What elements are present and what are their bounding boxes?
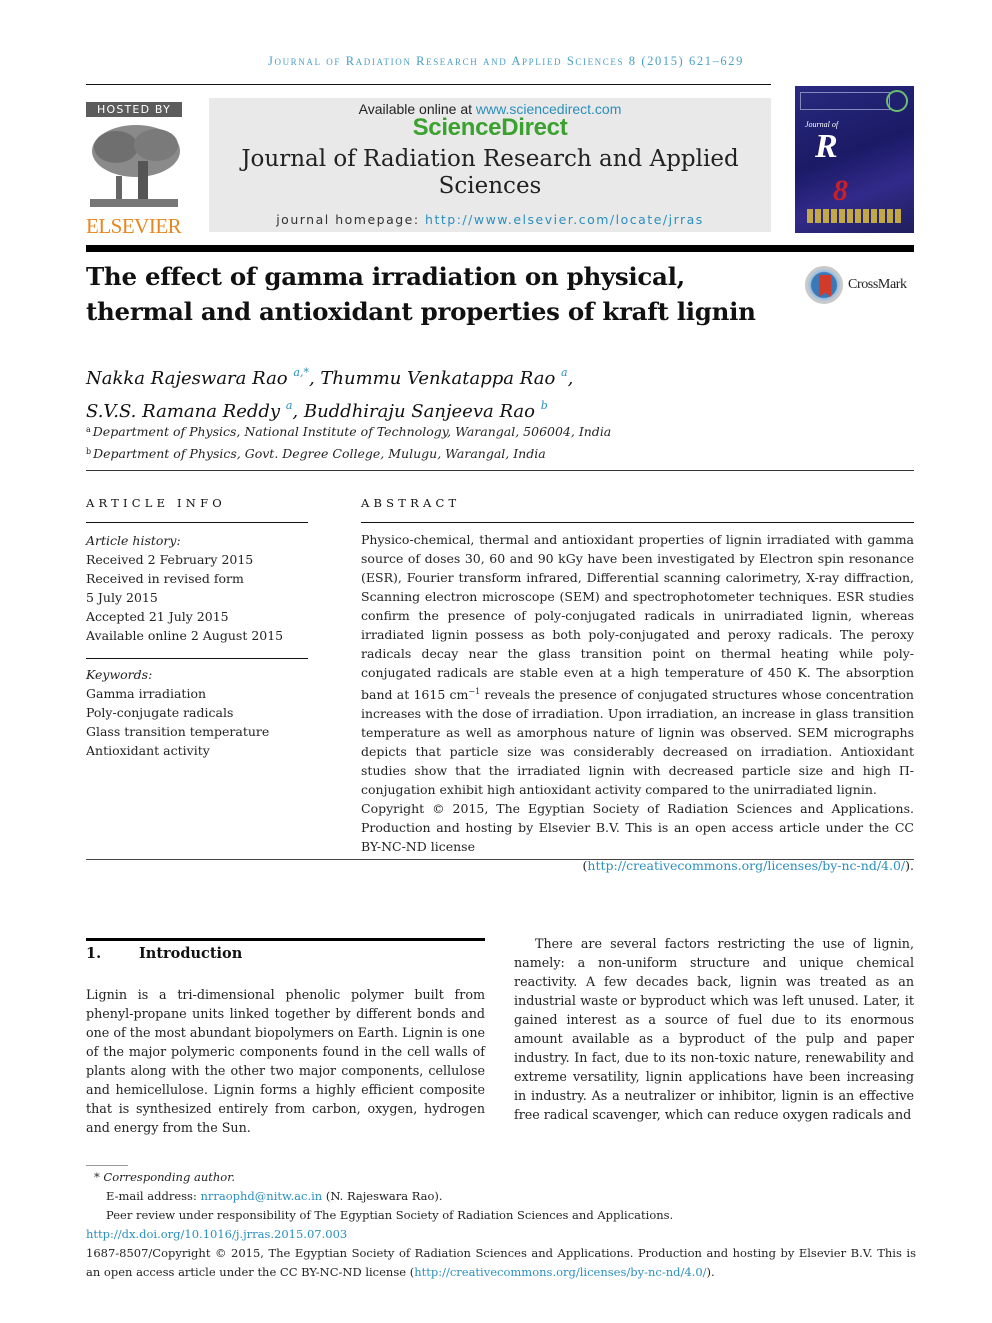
author-list: Nakka Rajeswara Rao a,*, Thummu Venkatap… — [86, 359, 786, 425]
sciencedirect-logo: ScienceDirect — [412, 114, 568, 141]
keyword: Glass transition temperature — [86, 724, 270, 739]
keyword: Poly-conjugate radicals — [86, 705, 234, 720]
top-divider — [86, 84, 771, 85]
journal-homepage: journal homepage: http://www.elsevier.co… — [209, 212, 771, 227]
license-paren: ). — [905, 858, 914, 874]
keyword: Gamma irradiation — [86, 686, 207, 701]
publisher-logo-block: HOSTED BY ELSEVIER — [86, 102, 186, 237]
body-paragraph-left: Lignin is a tri-dimensional phenolic pol… — [86, 987, 485, 1135]
article-info-heading: ARTICLE INFO — [86, 496, 226, 510]
cover-big-letter: R — [815, 128, 838, 165]
history-item: 5 July 2015 — [86, 590, 158, 605]
abstract-body: Physico-chemical, thermal and antioxidan… — [361, 530, 914, 875]
elsevier-wordmark: ELSEVIER — [86, 214, 182, 238]
journal-banner: Available online at www.sciencedirect.co… — [209, 98, 771, 232]
affiliation: b Department of Physics, Govt. Degree Col… — [86, 442, 786, 464]
author-name: Thummu Venkatappa Rao — [320, 368, 556, 389]
author-name: Buddhiraju Sanjeeva Rao — [303, 401, 535, 422]
history-item: Received 2 February 2015 — [86, 552, 254, 567]
history-item: Received in revised form — [86, 571, 244, 586]
homepage-link[interactable]: http://www.elsevier.com/locate/jrras — [425, 212, 704, 227]
cover-seal-icon — [886, 90, 908, 112]
section-divider — [86, 938, 485, 941]
author-separator: , — [292, 401, 304, 422]
article-info-divider — [86, 522, 308, 523]
abstract-copyright: Copyright © 2015, The Egyptian Society o… — [361, 801, 914, 855]
journal-name: Journal of Radiation Research and Applie… — [241, 146, 739, 199]
homepage-label: journal homepage: — [276, 212, 426, 227]
article-history: Article history: Received 2 February 201… — [86, 531, 316, 645]
author-affiliation-link[interactable]: b — [541, 399, 548, 412]
section-number: 1. — [86, 945, 102, 962]
section-title: Introduction — [139, 945, 243, 962]
history-label: Article history: — [86, 533, 181, 548]
cover-header-box — [800, 92, 890, 110]
cover-footer-text — [807, 209, 902, 223]
article-title: The effect of gamma irradiation on physi… — [86, 262, 756, 326]
abstract-superscript: −1 — [468, 687, 481, 696]
issn-copyright: 1687-8507/Copyright © 2015, The Egyptian… — [86, 1244, 916, 1282]
history-item: Accepted 21 July 2015 — [86, 609, 229, 624]
abstract-bottom-divider — [86, 859, 914, 860]
email-link[interactable]: nrraophd@nitw.ac.in — [200, 1189, 322, 1203]
corresponding-author-note: * Corresponding author. — [94, 1170, 236, 1184]
header-divider — [86, 470, 914, 471]
body-paragraph-right: There are several factors restricting th… — [514, 936, 914, 1122]
running-head: Journal of Radiation Research and Applie… — [268, 54, 744, 68]
license-paren: ). — [706, 1265, 715, 1279]
affiliation: a Department of Physics, National Institu… — [86, 420, 786, 442]
abstract-heading: ABSTRACT — [361, 496, 461, 510]
author-name: Nakka Rajeswara Rao — [86, 368, 288, 389]
history-item: Available online 2 August 2015 — [86, 628, 284, 643]
abstract-text-part: reveals the presence of conjugated struc… — [361, 687, 914, 798]
crossmark-icon — [805, 266, 843, 304]
doi-link[interactable]: http://dx.doi.org/10.1016/j.jrras.2015.0… — [86, 1227, 347, 1241]
author-separator: , — [567, 368, 574, 389]
hosted-by-label: HOSTED BY — [86, 102, 182, 117]
author-affiliation-link[interactable]: a,* — [293, 366, 309, 379]
elsevier-tree-icon — [86, 121, 182, 209]
author-separator: , — [308, 368, 321, 389]
masthead-divider — [86, 245, 914, 252]
affiliation-key: a — [86, 425, 91, 434]
email-label: E-mail address: — [106, 1189, 201, 1203]
abstract-text-part: Physico-chemical, thermal and antioxidan… — [361, 532, 914, 703]
keywords: Keywords: Gamma irradiation Poly-conjuga… — [86, 665, 316, 760]
cover-volume: 8 — [833, 174, 848, 207]
section-heading: 1. Introduction — [86, 945, 242, 962]
affiliation-text: Department of Physics, Govt. Degree Coll… — [93, 446, 546, 461]
journal-cover-image: Journal of R 8 — [795, 86, 914, 233]
license-link[interactable]: http://creativecommons.org/licenses/by-n… — [587, 858, 905, 873]
affiliation-key: b — [86, 447, 92, 456]
footer-license-link[interactable]: http://creativecommons.org/licenses/by-n… — [414, 1265, 706, 1279]
footnote-divider — [86, 1165, 128, 1166]
keyword: Antioxidant activity — [86, 743, 210, 758]
keywords-label: Keywords: — [86, 667, 153, 682]
affiliations: a Department of Physics, National Institu… — [86, 420, 786, 464]
author-name: S.V.S. Ramana Reddy — [86, 401, 281, 422]
keywords-divider — [86, 658, 308, 659]
crossmark-label: CrossMark — [848, 277, 907, 292]
abstract-divider — [361, 522, 914, 523]
peer-review-note: Peer review under responsibility of The … — [106, 1208, 674, 1222]
affiliation-text: Department of Physics, National Institut… — [92, 424, 612, 439]
email-note: E-mail address: nrraophd@nitw.ac.in (N. … — [86, 1187, 916, 1206]
footnotes: * Corresponding author. E-mail address: … — [86, 1168, 916, 1282]
crossmark-badge[interactable]: CrossMark — [805, 266, 907, 304]
abstract-text: Physico-chemical, thermal and antioxidan… — [361, 530, 914, 799]
email-owner: (N. Rajeswara Rao). — [322, 1189, 443, 1203]
